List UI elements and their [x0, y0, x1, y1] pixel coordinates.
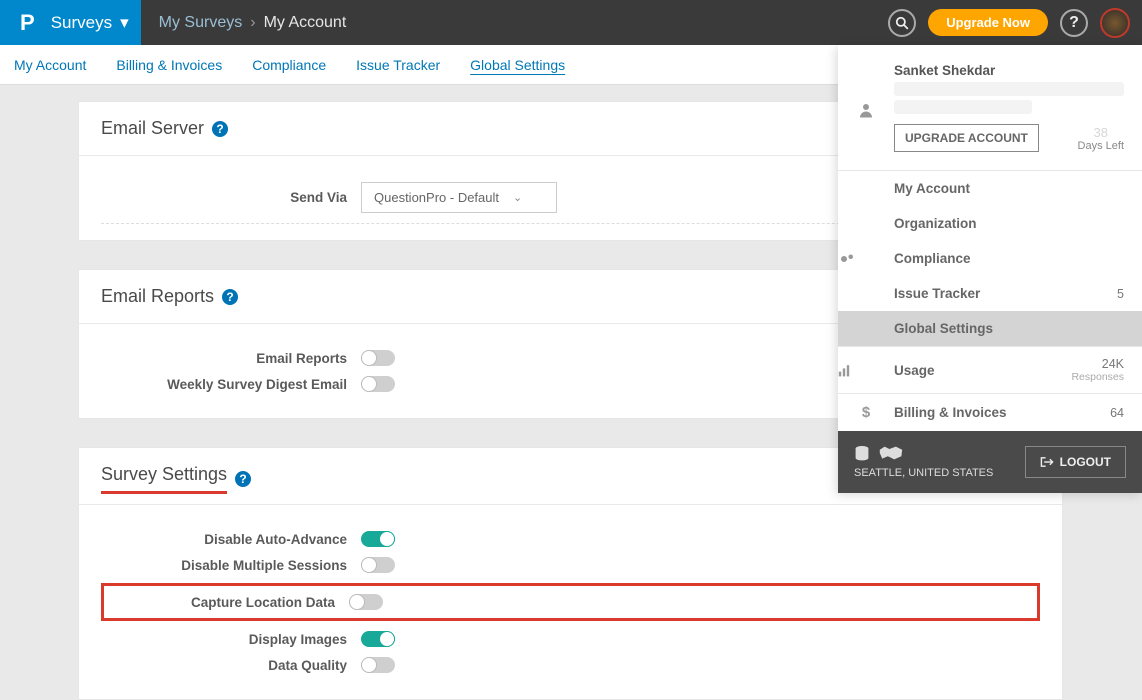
capture-location-toggle[interactable] — [349, 594, 383, 610]
email-reports-toggle[interactable] — [361, 350, 395, 366]
logout-button[interactable]: LOGOUT — [1025, 446, 1126, 478]
data-quality-toggle[interactable] — [361, 657, 395, 673]
user-icon — [838, 63, 894, 152]
top-bar-left: P Surveys ▾ My Surveys › My Account — [0, 0, 346, 45]
search-icon — [895, 16, 909, 30]
top-bar-right: Upgrade Now ? — [888, 8, 1142, 38]
send-via-label: Send Via — [101, 190, 361, 205]
display-images-row: Display Images — [101, 631, 1040, 647]
menu-item-global-settings[interactable]: Global Settings — [838, 311, 1142, 346]
logout-label: LOGOUT — [1060, 455, 1111, 469]
send-via-select[interactable]: QuestionPro - Default ⌄ — [361, 182, 557, 213]
menu-item-organization[interactable]: Organization — [838, 206, 1142, 241]
display-images-toggle[interactable] — [361, 631, 395, 647]
user-menu-list: My Account Organization Compliance Issue… — [838, 171, 1142, 431]
card-title-text: Email Server — [101, 118, 204, 139]
row-label: Capture Location Data — [104, 595, 349, 610]
upgrade-account-button[interactable]: UPGRADE ACCOUNT — [894, 124, 1039, 152]
help-icon[interactable]: ? — [212, 121, 228, 137]
search-button[interactable] — [888, 9, 916, 37]
breadcrumb-item[interactable]: My Surveys — [159, 14, 243, 32]
subnav-global-settings[interactable]: Global Settings — [470, 57, 565, 73]
disable-multiple-sessions-toggle[interactable] — [361, 557, 395, 573]
chevron-down-icon: ⌄ — [513, 191, 522, 204]
brand-switcher[interactable]: P Surveys ▾ — [0, 0, 141, 45]
map-icon — [878, 445, 904, 463]
brand-logo-icon: P — [20, 10, 35, 36]
question-icon: ? — [1069, 14, 1079, 32]
menu-item-compliance[interactable]: Compliance — [838, 241, 1142, 276]
breadcrumb: My Surveys › My Account — [159, 14, 347, 32]
help-button[interactable]: ? — [1060, 9, 1088, 37]
weekly-digest-toggle[interactable] — [361, 376, 395, 392]
help-icon[interactable]: ? — [235, 471, 251, 487]
chevron-down-icon: ▾ — [120, 13, 129, 33]
dollar-icon: $ — [838, 404, 894, 421]
data-quality-row: Data Quality — [101, 657, 1040, 673]
brand-app-label: Surveys — [51, 13, 112, 33]
row-label: Weekly Survey Digest Email — [101, 377, 361, 392]
user-panel-footer: SEATTLE, UNITED STATES LOGOUT — [838, 431, 1142, 493]
menu-item-issue-tracker[interactable]: Issue Tracker 5 — [838, 276, 1142, 311]
subnav-compliance[interactable]: Compliance — [252, 57, 326, 73]
days-left: 38 Days Left — [1078, 125, 1124, 152]
subnav-issue-tracker[interactable]: Issue Tracker — [356, 57, 440, 73]
subnav-my-account[interactable]: My Account — [14, 57, 86, 73]
row-label: Email Reports — [101, 351, 361, 366]
user-name: Sanket Shekdar — [894, 63, 1124, 78]
row-label: Disable Auto-Advance — [101, 532, 361, 547]
send-via-value: QuestionPro - Default — [374, 190, 499, 205]
card-title-text: Email Reports — [101, 286, 214, 307]
disable-auto-advance-toggle[interactable] — [361, 531, 395, 547]
capture-location-callout: Capture Location Data — [101, 583, 1040, 621]
gears-icon — [838, 252, 894, 266]
menu-item-billing[interactable]: $ Billing & Invoices 64 — [838, 394, 1142, 431]
subnav-billing[interactable]: Billing & Invoices — [116, 57, 222, 73]
database-icon — [854, 445, 870, 463]
redacted-text — [894, 100, 1032, 114]
card-title-text: Survey Settings — [101, 464, 227, 484]
redacted-text — [894, 82, 1124, 96]
user-menu-panel: Sanket Shekdar UPGRADE ACCOUNT 38 Days L… — [838, 45, 1142, 493]
bars-icon — [838, 363, 894, 377]
user-info-section: Sanket Shekdar UPGRADE ACCOUNT 38 Days L… — [838, 45, 1142, 170]
top-bar: P Surveys ▾ My Surveys › My Account Upgr… — [0, 0, 1142, 45]
row-label: Disable Multiple Sessions — [101, 558, 361, 573]
disable-auto-advance-row: Disable Auto-Advance — [101, 531, 1040, 547]
logout-icon — [1040, 456, 1054, 468]
upgrade-now-button[interactable]: Upgrade Now — [928, 9, 1048, 36]
user-avatar[interactable] — [1100, 8, 1130, 38]
help-icon[interactable]: ? — [222, 289, 238, 305]
chevron-right-icon: › — [250, 14, 255, 32]
breadcrumb-item: My Account — [264, 14, 347, 32]
row-label: Display Images — [101, 632, 361, 647]
location-text: SEATTLE, UNITED STATES — [854, 467, 993, 479]
menu-item-my-account[interactable]: My Account — [838, 171, 1142, 206]
row-label: Data Quality — [101, 658, 361, 673]
menu-item-usage[interactable]: Usage 24K Responses — [838, 347, 1142, 393]
disable-multiple-sessions-row: Disable Multiple Sessions — [101, 557, 1040, 573]
